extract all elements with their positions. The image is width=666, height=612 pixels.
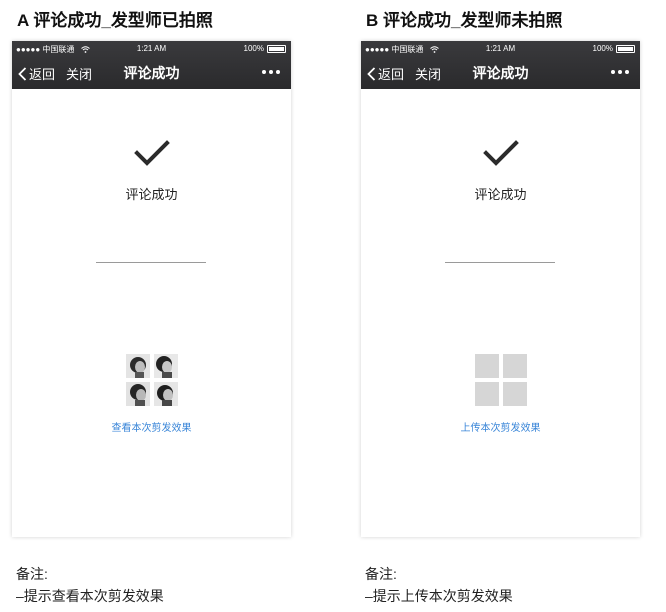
chevron-left-icon — [18, 66, 27, 81]
photo-placeholder[interactable] — [503, 382, 527, 406]
phone-screen: ●●●●● 中国联通 1:21 AM 100% 返回 关闭 评论成功 评论成功 … — [361, 41, 640, 537]
photo-placeholder[interactable] — [475, 354, 499, 378]
upload-photo-grid[interactable] — [475, 354, 527, 406]
back-label: 返回 — [29, 67, 56, 82]
more-dots-icon[interactable] — [610, 65, 630, 79]
haircut-photo[interactable] — [126, 354, 150, 378]
comparison-canvas: A 评论成功_发型师已拍照 ●●●●● 中国联通 1:21 AM 100% 返回… — [0, 0, 666, 612]
upload-haircut-result-link[interactable]: 上传本次剪发效果 — [361, 419, 640, 434]
chevron-left-icon — [367, 66, 376, 81]
battery-icon — [616, 44, 635, 53]
notes: 备注: –提示查看本次剪发效果 — [16, 563, 164, 607]
navigation-bar: ●●●●● 中国联通 1:21 AM 100% 返回 关闭 评论成功 — [361, 41, 640, 89]
battery-status: 100% — [593, 44, 635, 53]
battery-percent: 100% — [243, 44, 264, 53]
divider — [96, 262, 206, 263]
notes-line: –提示上传本次剪发效果 — [365, 588, 513, 604]
variant-heading: A 评论成功_发型师已拍照 — [17, 11, 213, 30]
back-label: 返回 — [378, 67, 405, 82]
haircut-photo[interactable] — [154, 382, 178, 406]
checkmark-icon — [483, 140, 519, 166]
notes: 备注: –提示上传本次剪发效果 — [365, 563, 513, 607]
phone-screen: ●●●●● 中国联通 1:21 AM 100% 返回 关闭 评论成功 评论成功 … — [12, 41, 291, 537]
status-bar: ●●●●● 中国联通 1:21 AM 100% — [12, 41, 291, 56]
navigation-bar: ●●●●● 中国联通 1:21 AM 100% 返回 关闭 评论成功 — [12, 41, 291, 89]
photo-placeholder[interactable] — [503, 354, 527, 378]
close-button[interactable]: 关闭 — [415, 64, 441, 83]
battery-icon — [267, 44, 286, 53]
divider — [445, 262, 555, 263]
more-dots-icon[interactable] — [261, 65, 281, 79]
back-button[interactable]: 返回 — [367, 64, 404, 83]
notes-title: 备注: — [365, 566, 397, 582]
battery-percent: 100% — [592, 44, 613, 53]
haircut-photo[interactable] — [126, 382, 150, 406]
notes-line: –提示查看本次剪发效果 — [16, 588, 164, 604]
haircut-photo-grid[interactable] — [126, 354, 178, 406]
photo-placeholder[interactable] — [475, 382, 499, 406]
success-message: 评论成功 — [474, 187, 527, 202]
status-bar: ●●●●● 中国联通 1:21 AM 100% — [361, 41, 640, 56]
battery-status: 100% — [244, 44, 286, 53]
checkmark-icon — [134, 140, 170, 166]
back-button[interactable]: 返回 — [18, 64, 55, 83]
success-message: 评论成功 — [125, 187, 178, 202]
variant-heading: B 评论成功_发型师未拍照 — [366, 11, 563, 30]
haircut-photo[interactable] — [154, 354, 178, 378]
notes-title: 备注: — [16, 566, 48, 582]
view-haircut-result-link[interactable]: 查看本次剪发效果 — [12, 419, 291, 434]
close-button[interactable]: 关闭 — [66, 64, 92, 83]
